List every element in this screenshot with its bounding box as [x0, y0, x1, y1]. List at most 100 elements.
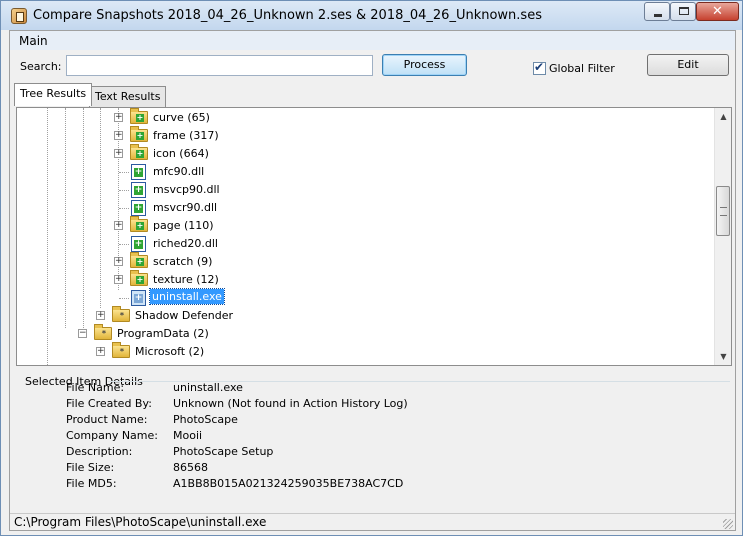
global-filter-label: Global Filter [549, 62, 615, 75]
tree-connector [119, 244, 129, 245]
tree-node[interactable]: + msvcr90.dll [17, 199, 717, 217]
detail-value-company-name: Mooii [173, 429, 203, 442]
client-area: Main Search: Process ✔ Global Filter Edi… [9, 30, 736, 531]
detail-label-description: Description: [66, 445, 133, 458]
scrollbar-thumb[interactable] [716, 186, 730, 236]
tree-node-label: icon (664) [153, 147, 209, 160]
search-label: Search: [20, 60, 62, 73]
tree-node[interactable]: + msvcp90.dll [17, 181, 717, 199]
tree-connector [119, 190, 129, 191]
status-bar: C:\Program Files\PhotoScape\uninstall.ex… [10, 513, 735, 530]
main-window: Compare Snapshots 2018_04_26_Unknown 2.s… [0, 0, 743, 536]
file-added-icon: + [131, 164, 146, 180]
tree-node-label: page (110) [153, 219, 214, 232]
folder-added-icon: + [130, 144, 148, 160]
tree-node[interactable]: + + page (110) [17, 216, 717, 235]
folder-added-icon: + [130, 270, 148, 286]
folder-added-icon: + [130, 216, 148, 232]
tree-node-label: frame (317) [153, 129, 219, 142]
folder-added-icon: + [130, 108, 148, 124]
search-input[interactable] [66, 55, 373, 76]
detail-value-file-name: uninstall.exe [173, 381, 243, 394]
file-added-icon: + [131, 200, 146, 216]
tree-node[interactable]: + * Shadow Defender [17, 306, 717, 325]
tree-node-label: mfc90.dll [153, 165, 205, 178]
close-button[interactable]: ✕ [696, 2, 739, 21]
expand-toggle[interactable]: + [114, 221, 123, 230]
tree-node-label: Microsoft (2) [135, 345, 205, 358]
tree-node-label: riched20.dll [153, 237, 218, 250]
detail-value-product-name: PhotoScape [173, 413, 238, 426]
tree-node[interactable]: + riched20.dll [17, 235, 717, 253]
tree-node-label: msvcp90.dll [153, 183, 220, 196]
tree-node-label: uninstall.exe [149, 288, 225, 305]
detail-value-file-created-by: Unknown (Not found in Action History Log… [173, 397, 408, 410]
tree-node[interactable]: + + icon (664) [17, 144, 717, 163]
tree-node[interactable]: + mfc90.dll [17, 163, 717, 181]
tree-connector [119, 172, 129, 173]
tree-connector [119, 208, 129, 209]
tree-node-label: curve (65) [153, 111, 210, 124]
tree-node[interactable]: + * Microsoft (2) [17, 342, 717, 361]
process-button[interactable]: Process [382, 54, 467, 76]
window-title: Compare Snapshots 2018_04_26_Unknown 2.s… [33, 8, 542, 23]
close-icon: ✕ [712, 4, 723, 19]
file-added-icon: + [131, 236, 146, 252]
tree-connector [119, 298, 129, 299]
menu-main[interactable]: Main [19, 34, 48, 48]
tree-node-label: scratch (9) [153, 255, 213, 268]
expand-toggle[interactable]: + [114, 257, 123, 266]
tree-node[interactable]: − * ProgramData (2) [17, 324, 717, 343]
expand-toggle[interactable]: + [96, 311, 105, 320]
tree-node-label: msvcr90.dll [153, 201, 218, 214]
status-path: C:\Program Files\PhotoScape\uninstall.ex… [14, 515, 267, 529]
checkmark-icon: ✔ [534, 60, 545, 74]
folder-changed-icon: * [94, 324, 112, 340]
tree-node[interactable]: + + frame (317) [17, 126, 717, 145]
detail-label-file-size: File Size: [66, 461, 115, 474]
detail-value-file-size: 86568 [173, 461, 208, 474]
minimize-icon [654, 14, 662, 17]
detail-value-description: PhotoScape Setup [173, 445, 274, 458]
tree-node-label: ProgramData (2) [117, 327, 209, 340]
tree-view[interactable]: + + curve (65) + + frame (317) + + icon … [16, 107, 732, 366]
detail-label-file-created-by: File Created By: [66, 397, 152, 410]
detail-value-file-md5: A1BB8B015A021324259035BE738AC7CD [173, 477, 404, 490]
app-icon [11, 8, 27, 24]
expand-toggle[interactable]: + [114, 149, 123, 158]
expand-toggle[interactable]: + [114, 275, 123, 284]
scroll-down-arrow-icon[interactable]: ▼ [715, 348, 731, 365]
maximize-icon [679, 7, 689, 15]
tree-node[interactable]: + + curve (65) [17, 108, 717, 127]
edit-button[interactable]: Edit [647, 54, 729, 76]
detail-label-file-md5: File MD5: [66, 477, 117, 490]
detail-label-product-name: Product Name: [66, 413, 148, 426]
folder-changed-icon: * [112, 342, 130, 358]
folder-added-icon: + [130, 252, 148, 268]
resize-grip-icon[interactable] [723, 519, 733, 529]
tree-node-label: Shadow Defender [135, 309, 234, 322]
detail-label-company-name: Company Name: [66, 429, 158, 442]
detail-label-file-name: File Name: [66, 381, 125, 394]
scroll-up-arrow-icon[interactable]: ▲ [715, 108, 731, 125]
expand-toggle[interactable]: + [114, 131, 123, 140]
menu-bar: Main [10, 31, 735, 50]
tree-node[interactable]: + + texture (12) [17, 270, 717, 289]
expand-toggle[interactable]: + [96, 347, 105, 356]
tree-node[interactable]: + + scratch (9) [17, 252, 717, 271]
minimize-button[interactable] [644, 2, 670, 21]
file-added-icon: + [131, 182, 146, 198]
folder-added-icon: + [130, 126, 148, 142]
expand-toggle[interactable]: + [114, 113, 123, 122]
tree-scrollbar[interactable]: ▲ ▼ [714, 108, 731, 365]
maximize-button[interactable] [670, 2, 696, 21]
tab-tree-results[interactable]: Tree Results [14, 83, 93, 106]
tab-text-results[interactable]: Text Results [89, 86, 167, 108]
tree-node-selected[interactable]: + uninstall.exe [17, 288, 717, 307]
title-bar[interactable]: Compare Snapshots 2018_04_26_Unknown 2.s… [1, 1, 742, 30]
folder-changed-icon: * [112, 306, 130, 322]
tree-node-label: texture (12) [153, 273, 219, 286]
collapse-toggle[interactable]: − [78, 329, 87, 338]
global-filter-checkbox[interactable]: ✔ [533, 60, 546, 75]
file-selected-icon: + [131, 290, 146, 306]
